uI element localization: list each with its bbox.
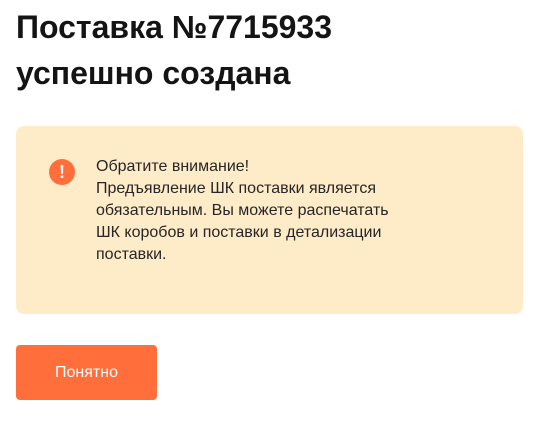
supply-created-dialog: Поставка №7715933 успешно создана ! Обра…	[0, 0, 539, 425]
exclamation-icon: !	[49, 159, 75, 185]
page-title: Поставка №7715933 успешно создана	[16, 4, 516, 96]
notice-heading: Обратите внимание!	[96, 158, 250, 175]
page-title-line-2: успешно создана	[16, 55, 291, 91]
attention-notice: ! Обратите внимание! Предъявление ШК пос…	[16, 126, 523, 314]
notice-line: Предъявление ШК поставки является	[96, 180, 376, 197]
notice-line: поставки.	[96, 246, 167, 263]
ok-button[interactable]: Понятно	[16, 345, 157, 400]
notice-line: ШК коробов и поставки в детализации	[96, 224, 382, 241]
notice-line: обязательным. Вы можете распечатать	[96, 202, 389, 219]
notice-text: Обратите внимание! Предъявление ШК поста…	[96, 156, 496, 266]
page-title-line-1: Поставка №7715933	[16, 9, 333, 45]
